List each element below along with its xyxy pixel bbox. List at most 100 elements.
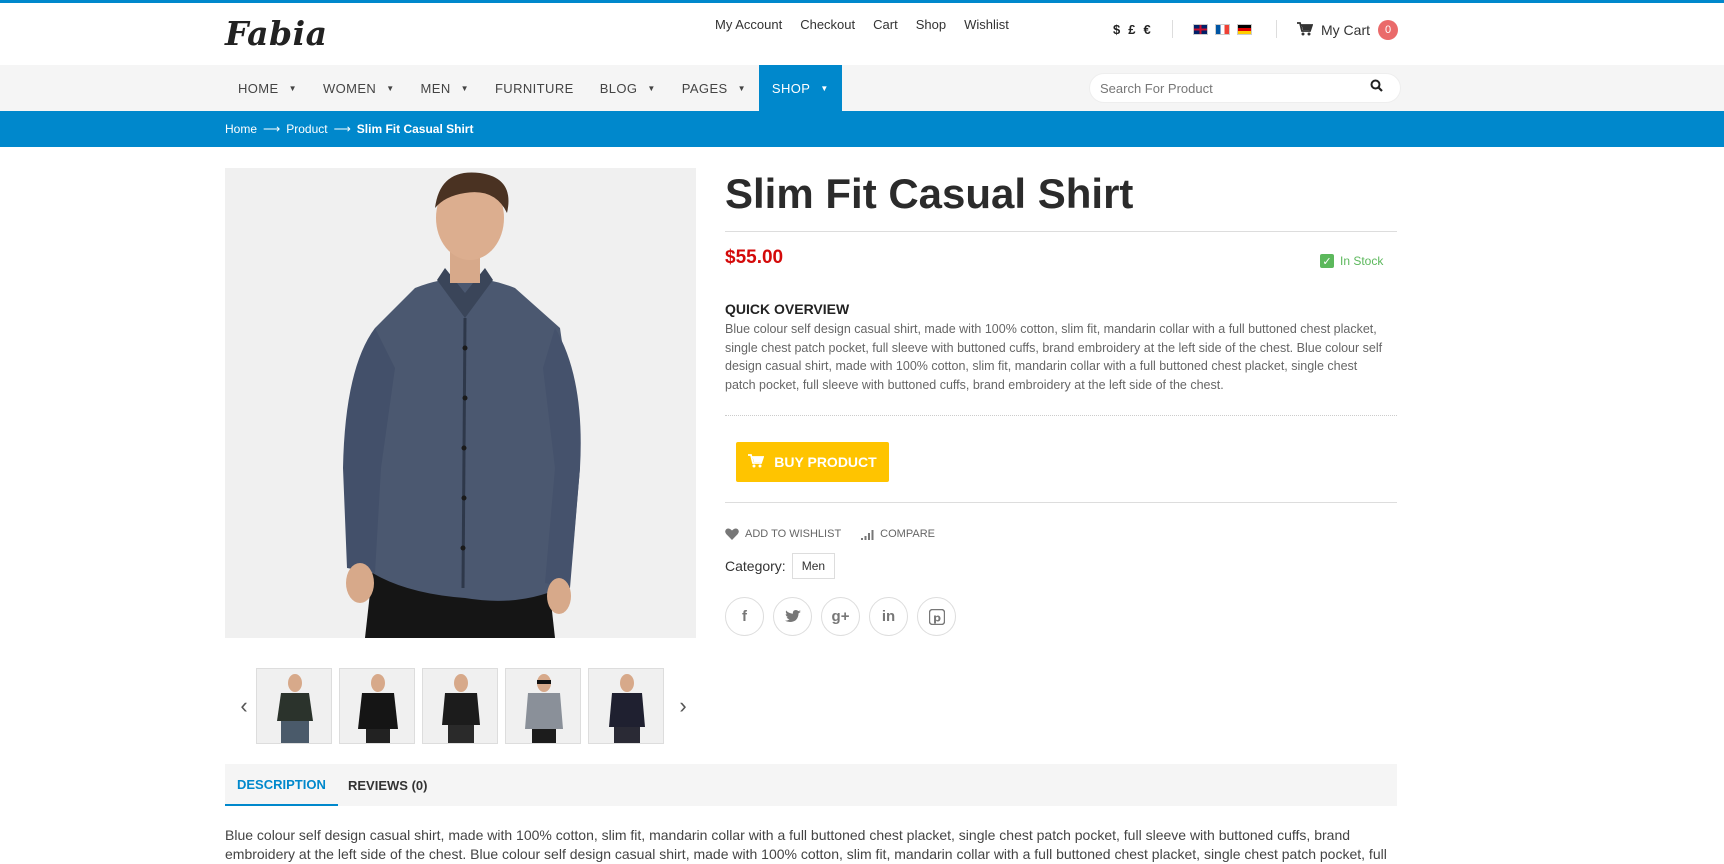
mini-cart[interactable]: My Cart 0 bbox=[1297, 20, 1398, 40]
svg-text:p: p bbox=[933, 611, 941, 624]
nav-blog[interactable]: BLOG ▼ bbox=[587, 65, 669, 111]
checkmark-icon: ✓ bbox=[1320, 254, 1334, 268]
twitter-icon[interactable] bbox=[773, 597, 812, 636]
nav-label: BLOG bbox=[599, 80, 638, 96]
description-text: Blue colour self design casual shirt, ma… bbox=[225, 827, 1387, 862]
cart-icon bbox=[1297, 21, 1314, 39]
divider bbox=[725, 415, 1397, 416]
nav-label: FURNITURE bbox=[494, 80, 574, 96]
compare-label: COMPARE bbox=[880, 528, 935, 540]
link-shop[interactable]: Shop bbox=[916, 17, 946, 32]
nav-women[interactable]: WOMEN ▼ bbox=[310, 65, 408, 111]
linkedin-icon[interactable]: in bbox=[869, 597, 908, 636]
buy-product-label: BUY PRODUCT bbox=[774, 454, 877, 470]
cart-count-badge: 0 bbox=[1378, 20, 1398, 40]
thumbnail-image bbox=[423, 669, 497, 743]
flag-de-icon[interactable] bbox=[1237, 24, 1252, 35]
currency-switcher: $ £ € bbox=[1113, 22, 1151, 37]
thumbnail[interactable] bbox=[505, 668, 581, 744]
thumbnail-image bbox=[257, 669, 331, 743]
social-share: f g+ in p bbox=[725, 597, 956, 636]
flag-fr-icon[interactable] bbox=[1215, 24, 1230, 35]
wishlist-label: ADD TO WISHLIST bbox=[745, 528, 842, 540]
category-tag-men[interactable]: Men bbox=[791, 553, 836, 579]
divider bbox=[1172, 20, 1173, 38]
nav-label: PAGES bbox=[681, 80, 728, 96]
cart-icon bbox=[748, 453, 765, 471]
breadcrumb-product[interactable]: Product bbox=[286, 122, 327, 136]
thumbnail[interactable] bbox=[422, 668, 498, 744]
compare-link[interactable]: COMPARE bbox=[861, 528, 935, 540]
breadcrumb-separator: ⟶ bbox=[263, 122, 281, 136]
breadcrumb-current: Slim Fit Casual Shirt bbox=[356, 122, 474, 136]
breadcrumb-separator: ⟶ bbox=[333, 122, 351, 136]
link-cart[interactable]: Cart bbox=[873, 17, 898, 32]
product-price: $55.00 bbox=[725, 247, 784, 268]
nav-furniture[interactable]: FURNITURE bbox=[482, 65, 587, 111]
thumbnail[interactable] bbox=[588, 668, 664, 744]
main-navigation: HOME ▼ WOMEN ▼ MEN ▼ FURNITURE BLOG ▼ PAGES ▼… bbox=[0, 65, 1724, 111]
category-label: Category: bbox=[725, 558, 786, 574]
search-box bbox=[1089, 73, 1401, 103]
caret-down-icon: ▼ bbox=[386, 83, 395, 93]
divider bbox=[1276, 20, 1277, 38]
nav-label: MEN bbox=[420, 80, 451, 96]
product-main-image[interactable] bbox=[225, 168, 696, 638]
tab-reviews[interactable]: REVIEWS (0) bbox=[348, 764, 427, 806]
currency-eur[interactable]: € bbox=[1143, 22, 1150, 37]
link-my-account[interactable]: My Account bbox=[715, 17, 782, 32]
google-plus-icon[interactable]: g+ bbox=[821, 597, 860, 636]
model-shirt-image bbox=[225, 168, 696, 638]
quick-overview-text: Blue colour self design casual shirt, ma… bbox=[725, 322, 1383, 392]
nav-shop[interactable]: SHOP ▼ bbox=[758, 65, 842, 111]
link-checkout[interactable]: Checkout bbox=[800, 17, 855, 32]
product-title: Slim Fit Casual Shirt bbox=[725, 170, 1134, 217]
facebook-icon[interactable]: f bbox=[725, 597, 764, 636]
pinterest-icon[interactable]: p bbox=[917, 597, 956, 636]
thumbnail-image bbox=[506, 669, 580, 743]
currency-gbp[interactable]: £ bbox=[1128, 22, 1135, 37]
heart-icon bbox=[725, 528, 739, 540]
divider bbox=[725, 231, 1397, 232]
signal-bars-icon bbox=[861, 529, 874, 540]
product-tabs: DESCRIPTION REVIEWS (0) bbox=[225, 764, 1397, 806]
add-to-wishlist-link[interactable]: ADD TO WISHLIST bbox=[725, 528, 841, 540]
breadcrumb: Home ⟶ Product ⟶ Slim Fit Casual Shirt bbox=[225, 122, 473, 136]
top-accent-line bbox=[0, 0, 1724, 3]
chevron-right-icon[interactable]: › bbox=[671, 693, 695, 719]
thumbnail-image bbox=[589, 669, 663, 743]
nav-label: HOME bbox=[238, 80, 279, 96]
caret-down-icon: ▼ bbox=[460, 83, 469, 93]
product-category: Category: Men bbox=[725, 553, 836, 579]
cart-label: My Cart bbox=[1321, 22, 1370, 38]
stock-status: ✓ In Stock bbox=[1320, 254, 1383, 268]
search-icon[interactable] bbox=[1370, 79, 1383, 97]
nav-label: SHOP bbox=[771, 80, 811, 96]
flag-uk-icon[interactable] bbox=[1193, 24, 1208, 35]
tab-description[interactable]: DESCRIPTION bbox=[225, 764, 338, 806]
chevron-left-icon[interactable]: ‹ bbox=[232, 693, 256, 719]
account-links: My Account Checkout Cart Shop Wishlist bbox=[715, 17, 1009, 32]
thumbnail-image bbox=[340, 669, 414, 743]
nav-label: WOMEN bbox=[322, 80, 377, 96]
currency-usd[interactable]: $ bbox=[1113, 22, 1120, 37]
product-actions: ADD TO WISHLIST COMPARE bbox=[725, 528, 935, 540]
divider bbox=[725, 502, 1397, 503]
caret-down-icon: ▼ bbox=[737, 83, 746, 93]
stock-label: In Stock bbox=[1340, 254, 1384, 268]
site-logo[interactable]: Fabia bbox=[225, 14, 328, 53]
nav-home[interactable]: HOME ▼ bbox=[225, 65, 310, 111]
nav-pages[interactable]: PAGES ▼ bbox=[669, 65, 759, 111]
breadcrumb-home[interactable]: Home bbox=[225, 122, 257, 136]
thumbnail[interactable] bbox=[256, 668, 332, 744]
nav-men[interactable]: MEN ▼ bbox=[408, 65, 482, 111]
caret-down-icon: ▼ bbox=[647, 83, 656, 93]
language-switcher bbox=[1193, 24, 1252, 35]
thumbnail[interactable] bbox=[339, 668, 415, 744]
search-input[interactable] bbox=[1100, 80, 1370, 96]
caret-down-icon: ▼ bbox=[288, 83, 297, 93]
quick-overview-heading: QUICK OVERVIEW bbox=[725, 301, 850, 317]
buy-product-button[interactable]: BUY PRODUCT bbox=[736, 442, 889, 482]
caret-down-icon: ▼ bbox=[820, 83, 829, 93]
link-wishlist[interactable]: Wishlist bbox=[964, 17, 1009, 32]
